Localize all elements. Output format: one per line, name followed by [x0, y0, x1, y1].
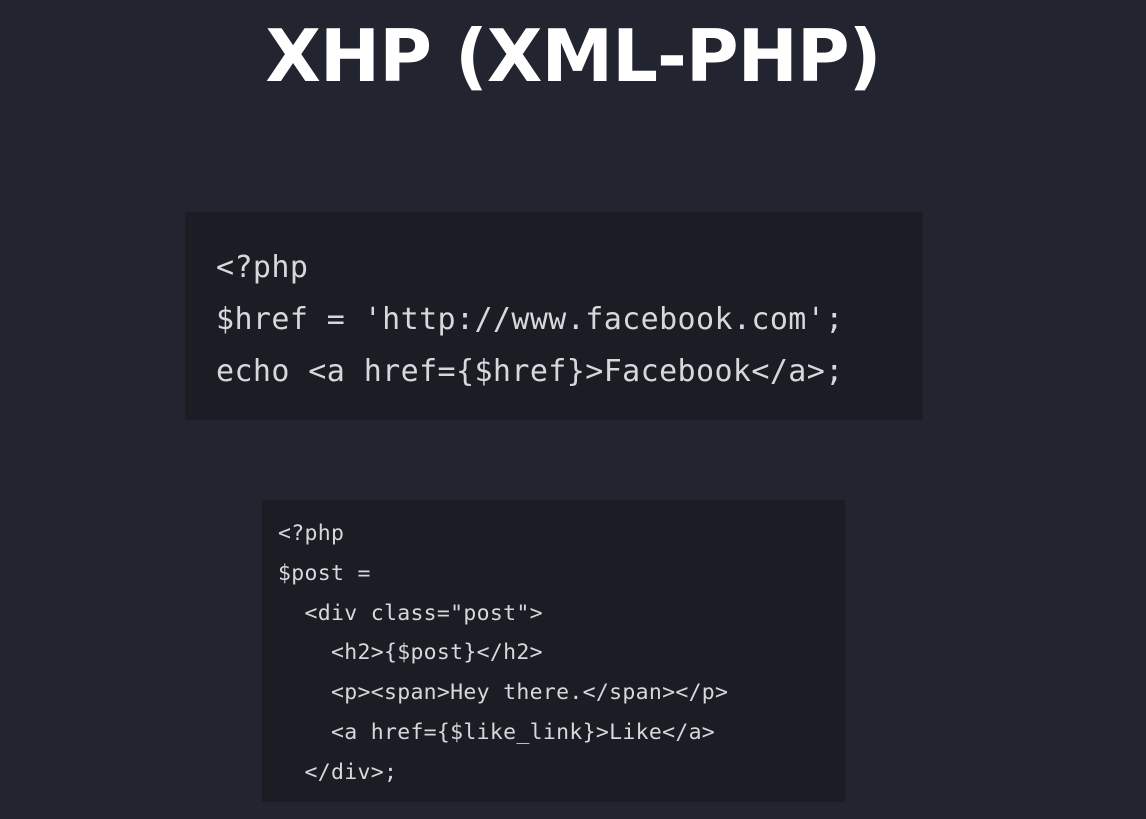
- code-line: <?php: [216, 250, 309, 285]
- code-line: <?php: [278, 521, 345, 546]
- code-line: <h2>{$post}</h2>: [278, 640, 543, 666]
- code-block-xhp-post: <?php $post = <div class="post"> <h2>{$p…: [262, 500, 845, 802]
- code-block-xhp-link: <?php $href = 'http://www.facebook.com';…: [185, 212, 923, 420]
- code-line: </div>;: [278, 759, 398, 785]
- code-line: $post =: [278, 560, 371, 586]
- slide-title: XHP (XML-PHP): [265, 14, 881, 98]
- code-line: <p><span>Hey there.</span></p>: [278, 680, 729, 706]
- code-line: <div class="post">: [278, 600, 543, 626]
- code-line: echo <a href={$href}>Facebook</a>;: [216, 354, 844, 389]
- code-line: <a href={$like_link}>Like</a>: [278, 719, 716, 745]
- code-line: $href = 'http://www.facebook.com';: [216, 302, 844, 337]
